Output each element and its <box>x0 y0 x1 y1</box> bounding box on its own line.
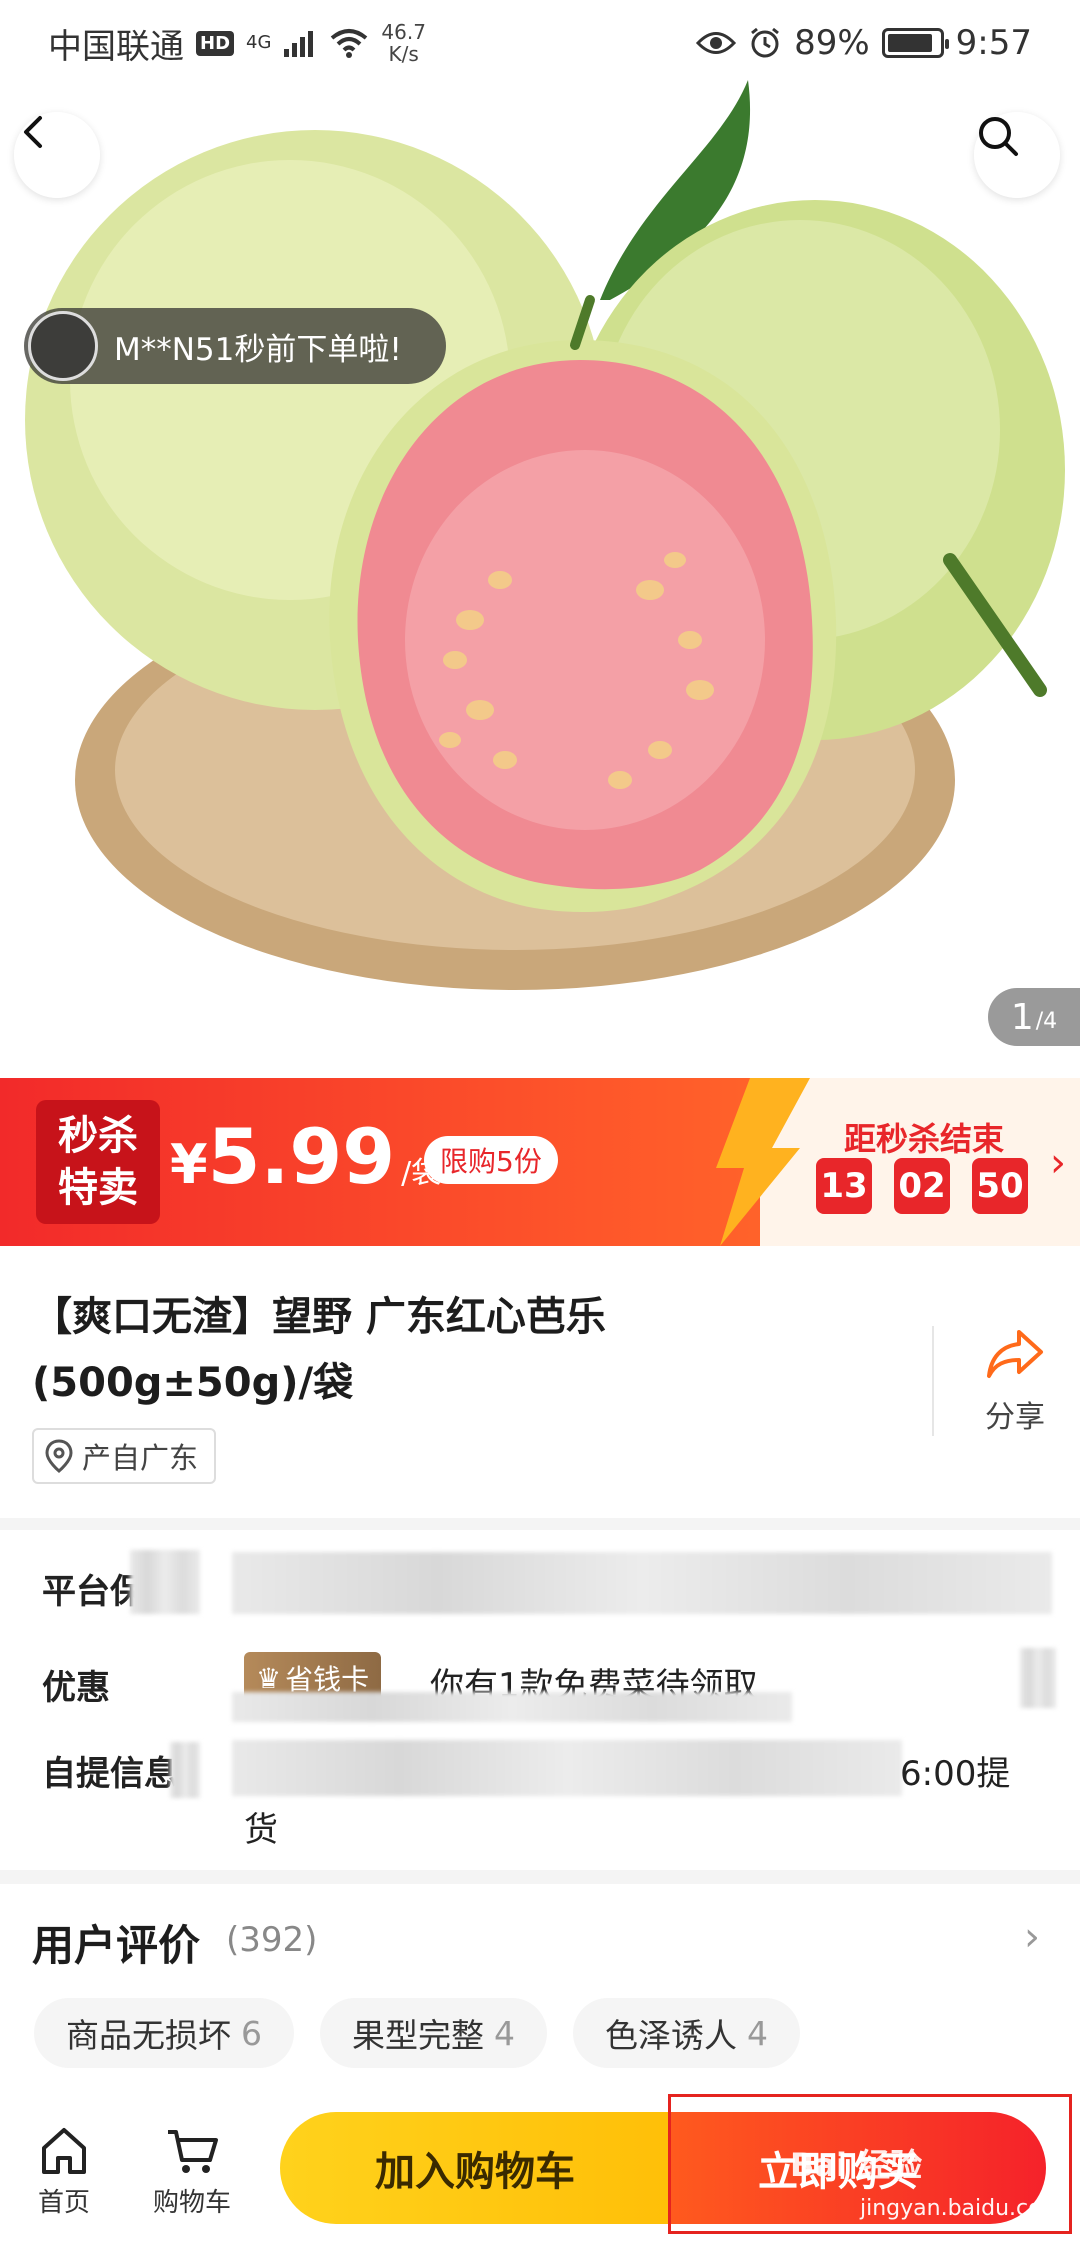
shopping-cart-icon <box>168 2130 218 2173</box>
signal-icon <box>284 31 314 57</box>
redacted-area <box>170 1742 200 1798</box>
speed-value: 46.7 <box>381 20 426 44</box>
battery-fill <box>887 34 933 52</box>
nav-home[interactable]: 首页 <box>14 2126 114 2219</box>
pickup-info-label: 自提信息 <box>42 1754 178 1794</box>
countdown-title: 距秒杀结束 <box>844 1120 1005 1158</box>
flash-sale-tag-line1: 秒杀 <box>58 1113 138 1159</box>
reviews-count: (392) <box>226 1920 318 1960</box>
back-button[interactable] <box>14 112 100 198</box>
watermark-url: jingyan.baidu.com <box>860 2196 1064 2221</box>
wifi-icon <box>331 29 368 58</box>
lightning-icon <box>716 1078 810 1246</box>
recent-order-toast: M**N51秒前下单啦! <box>24 308 446 384</box>
speed-unit: K/s <box>388 42 419 66</box>
redacted-area <box>232 1552 1052 1614</box>
nav-home-label: 首页 <box>37 2188 90 2218</box>
origin-text: 产自广东 <box>82 1441 199 1475</box>
purchase-limit-badge: 限购5份 <box>424 1136 558 1184</box>
service-info-list: 平台保 优惠 ♛ 省钱卡 你有1款免费菜待领取 自提信息 6:00提 货 <box>0 1530 1080 1870</box>
search-icon <box>979 117 1018 156</box>
origin-tag: 产自广东 <box>32 1428 217 1484</box>
review-tag-label: 果型完整 <box>352 2016 484 2055</box>
review-tag-label: 商品无损坏 <box>66 2016 231 2055</box>
countdown-seconds: 50 <box>972 1158 1028 1214</box>
share-label: 分享 <box>985 1400 1045 1435</box>
image-page-indicator: 1 /4 <box>988 988 1080 1046</box>
flash-sale-tag: 秒杀 特卖 <box>36 1100 160 1224</box>
battery-icon <box>881 28 949 58</box>
carrier-name: 中国联通 <box>48 26 184 67</box>
total-pages: /4 <box>1035 1008 1058 1034</box>
currency-symbol: ¥ <box>170 1133 208 1196</box>
review-tags: 商品无损坏 6 果型完整 4 色泽诱人 4 <box>34 1998 800 2068</box>
price-value: 5.99 <box>207 1112 396 1201</box>
reviews-title: 用户评价 <box>32 1921 201 1970</box>
redacted-area <box>1020 1648 1056 1708</box>
flash-sale-tag-line2: 特卖 <box>58 1165 138 1211</box>
search-button[interactable] <box>974 112 1060 198</box>
chevron-right-icon[interactable]: › <box>1024 1914 1040 1960</box>
add-to-cart-button[interactable]: 加入购物车 <box>280 2112 670 2224</box>
home-icon <box>42 2128 86 2174</box>
review-tag[interactable]: 商品无损坏 6 <box>34 1998 294 2068</box>
nav-cart-label: 购物车 <box>152 2188 231 2218</box>
watermark-brand: Bai 经验 <box>790 2146 923 2184</box>
network-type: 4G <box>246 32 272 53</box>
review-tag[interactable]: 果型完整 4 <box>320 1998 547 2068</box>
review-tag-count: 6 <box>241 2013 262 2053</box>
pickup-text-line2: 货 <box>244 1810 278 1850</box>
sale-price: ¥ 5.99 /袋 <box>170 1112 441 1201</box>
review-tag[interactable]: 色泽诱人 4 <box>573 1998 800 2068</box>
share-button[interactable]: 分享 <box>970 1326 1060 1436</box>
nav-cart[interactable]: 购物车 <box>142 2126 242 2219</box>
product-info: 【爽口无渣】望野 广东红心芭乐 (500g±50g)/袋 分享 产自广东 <box>0 1246 1080 1518</box>
countdown-minutes: 02 <box>894 1158 950 1214</box>
hd-icon: HD <box>196 30 235 56</box>
redacted-area <box>232 1740 902 1796</box>
divider <box>932 1326 934 1436</box>
flash-sale-banner[interactable]: 秒杀 特卖 ¥ 5.99 /袋 限购5份 距秒杀结束 13 02 50 › <box>0 1078 1080 1246</box>
product-image-carousel[interactable]: M**N51秒前下单啦! 1 /4 <box>0 0 1080 1078</box>
guava-product-photo <box>25 80 1065 990</box>
buyer-avatar <box>28 311 98 381</box>
discount-label: 优惠 <box>42 1668 110 1708</box>
pickup-time-text: 6:00提 <box>900 1754 1011 1794</box>
countdown-hours: 13 <box>816 1158 872 1214</box>
review-tag-count: 4 <box>747 2013 768 2053</box>
redacted-area <box>232 1692 792 1722</box>
current-page: 1 <box>1010 996 1034 1038</box>
user-reviews-section[interactable]: 用户评价 (392) › 商品无损坏 6 果型完整 4 色泽诱人 4 <box>0 1884 1080 2124</box>
chevron-right-icon: › <box>1050 1140 1066 1186</box>
clock: 9:57 <box>955 23 1032 63</box>
location-pin-icon <box>45 1439 73 1473</box>
recent-order-text: M**N51秒前下单啦! <box>114 331 402 368</box>
review-tag-count: 4 <box>494 2013 515 2053</box>
battery-percent: 89% <box>794 23 870 63</box>
redacted-area <box>130 1550 200 1614</box>
alarm-icon <box>751 27 779 58</box>
crown-icon: ♛ <box>256 1661 282 1695</box>
eye-icon <box>696 32 737 54</box>
review-tag-label: 色泽诱人 <box>605 2016 737 2055</box>
network-speed: 46.7 K/s <box>381 21 426 65</box>
product-title: 【爽口无渣】望野 广东红心芭乐 (500g±50g)/袋 <box>32 1294 606 1406</box>
platform-guarantee-label: 平台保 <box>42 1572 144 1612</box>
share-icon <box>987 1330 1043 1378</box>
status-bar: 中国联通 HD 4G 46.7 K/s 89% 9:57 <box>0 0 1080 86</box>
back-arrow-icon <box>24 116 42 148</box>
product-detail-page: { "status_bar": { "carrier": "中国联通", "hd… <box>0 0 1080 2244</box>
